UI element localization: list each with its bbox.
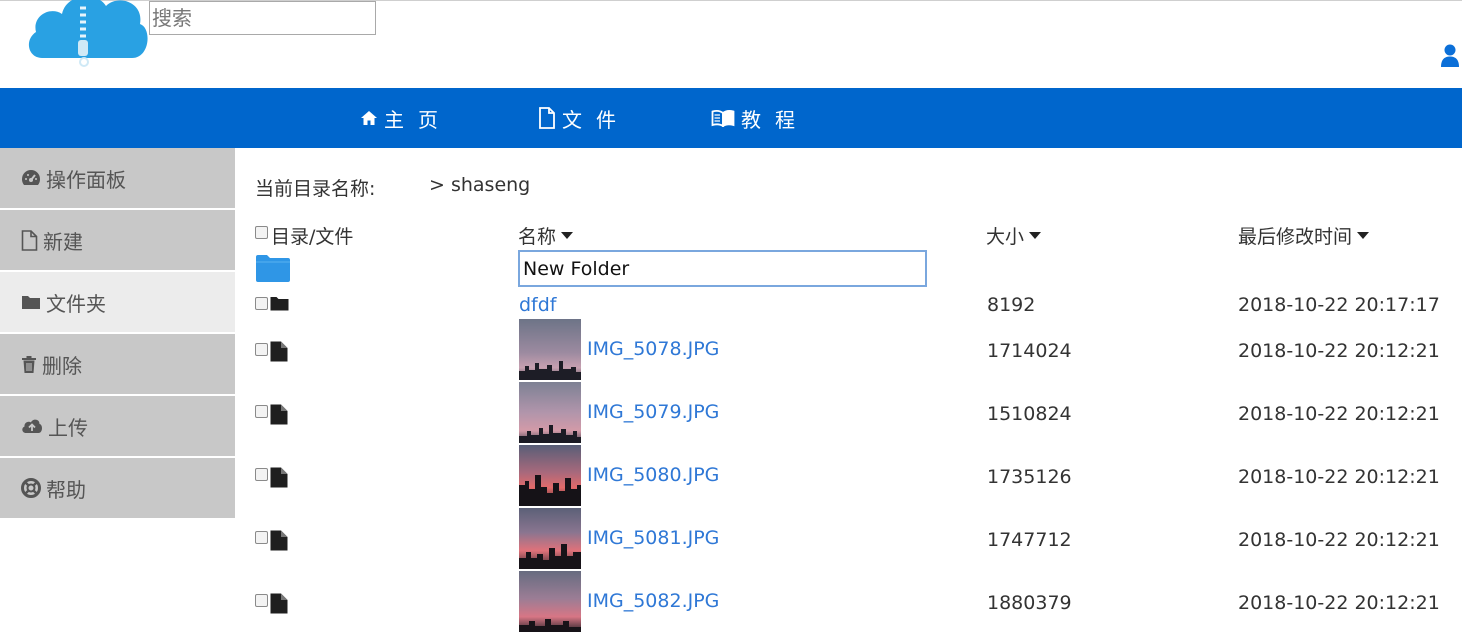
sidebar-item-label: 新建 bbox=[43, 229, 83, 254]
image-thumbnail[interactable] bbox=[519, 571, 581, 632]
header-modified-label: 最后修改时间 bbox=[1238, 226, 1353, 248]
header-select-label: 目录/文件 bbox=[271, 226, 354, 248]
row-modified: 2018-10-22 20:17:17 bbox=[1238, 294, 1440, 316]
image-thumbnail[interactable] bbox=[519, 445, 581, 506]
trash-icon bbox=[22, 355, 36, 373]
new-file-icon bbox=[21, 229, 38, 251]
book-icon bbox=[711, 109, 735, 127]
sidebar-item-folder[interactable]: 文件夹 bbox=[0, 272, 235, 332]
row-modified: 2018-10-22 20:12:21 bbox=[1238, 529, 1440, 551]
sidebar-item-dashboard[interactable]: 操作面板 bbox=[0, 148, 235, 208]
file-icon bbox=[539, 107, 555, 129]
file-name-link[interactable]: IMG_5079.JPG bbox=[587, 401, 719, 423]
file-name-link[interactable]: IMG_5082.JPG bbox=[587, 590, 719, 612]
row-checkbox[interactable] bbox=[255, 297, 268, 310]
search-input[interactable] bbox=[149, 1, 376, 35]
nav-home[interactable]: 主页 bbox=[360, 88, 452, 148]
sort-caret-icon bbox=[561, 232, 574, 239]
sort-caret-icon bbox=[1029, 232, 1042, 239]
file-icon bbox=[270, 593, 288, 614]
image-thumbnail[interactable] bbox=[519, 319, 581, 380]
folder-name-link[interactable]: dfdf bbox=[519, 294, 557, 316]
nav-files[interactable]: 文件 bbox=[538, 88, 630, 148]
row-modified: 2018-10-22 20:12:21 bbox=[1238, 466, 1440, 488]
sidebar-item-label: 文件夹 bbox=[46, 291, 106, 316]
new-folder-icon bbox=[256, 255, 290, 282]
row-size: 1735126 bbox=[987, 466, 1072, 488]
header-size-sort[interactable]: 大小 bbox=[986, 222, 1042, 249]
current-directory-label: 当前目录名称: bbox=[255, 178, 376, 200]
sidebar-item-help[interactable]: 帮助 bbox=[0, 458, 235, 518]
folder-icon bbox=[22, 296, 40, 309]
row-modified: 2018-10-22 20:12:21 bbox=[1238, 340, 1440, 362]
main-nav: 主页 文件 教程 bbox=[0, 88, 1462, 148]
header-modified-sort[interactable]: 最后修改时间 bbox=[1238, 222, 1370, 249]
home-icon bbox=[361, 111, 377, 125]
row-checkbox[interactable] bbox=[255, 531, 268, 544]
file-icon bbox=[270, 341, 288, 362]
image-thumbnail[interactable] bbox=[519, 382, 581, 443]
file-name-link[interactable]: IMG_5078.JPG bbox=[587, 338, 719, 360]
row-size: 8192 bbox=[987, 294, 1036, 316]
new-folder-name-input[interactable] bbox=[518, 250, 927, 287]
row-modified: 2018-10-22 20:12:21 bbox=[1238, 592, 1440, 614]
row-checkbox[interactable] bbox=[255, 468, 268, 481]
header-size-label: 大小 bbox=[986, 226, 1025, 248]
folder-icon bbox=[270, 297, 289, 311]
row-checkbox[interactable] bbox=[255, 343, 268, 356]
cloud-upload-icon bbox=[22, 419, 43, 433]
help-icon bbox=[21, 478, 41, 498]
header-select: 目录/文件 bbox=[271, 222, 353, 249]
row-checkbox[interactable] bbox=[255, 594, 268, 607]
row-size: 1747712 bbox=[987, 529, 1072, 551]
select-all-checkbox[interactable] bbox=[255, 226, 268, 239]
nav-tutorial[interactable]: 教程 bbox=[711, 88, 809, 148]
nav-files-label: 文件 bbox=[562, 107, 630, 132]
dashboard-icon bbox=[21, 170, 41, 185]
row-size: 1510824 bbox=[987, 403, 1072, 425]
file-name-link[interactable]: IMG_5081.JPG bbox=[587, 527, 719, 549]
nav-tutorial-label: 教程 bbox=[741, 107, 809, 132]
user-icon[interactable] bbox=[1440, 44, 1460, 68]
file-icon bbox=[270, 467, 288, 488]
sidebar-item-label: 删除 bbox=[42, 353, 82, 378]
sidebar-item-delete[interactable]: 删除 bbox=[0, 334, 235, 394]
row-size: 1714024 bbox=[987, 340, 1072, 362]
file-name-link[interactable]: IMG_5080.JPG bbox=[587, 464, 719, 486]
nav-home-label: 主页 bbox=[384, 107, 452, 132]
row-checkbox[interactable] bbox=[255, 405, 268, 418]
row-modified: 2018-10-22 20:12:21 bbox=[1238, 403, 1440, 425]
file-icon bbox=[270, 530, 288, 551]
sort-caret-icon bbox=[1357, 232, 1370, 239]
sidebar: 操作面板 新建 文件夹 删除 上传 帮助 bbox=[0, 148, 235, 520]
cloud-zip-logo[interactable] bbox=[26, 0, 150, 72]
sidebar-item-upload[interactable]: 上传 bbox=[0, 396, 235, 456]
breadcrumb[interactable]: > shaseng bbox=[429, 174, 530, 196]
file-icon bbox=[270, 404, 288, 425]
sidebar-item-label: 操作面板 bbox=[46, 167, 126, 192]
header-name-label: 名称 bbox=[518, 226, 557, 248]
image-thumbnail[interactable] bbox=[519, 508, 581, 569]
row-size: 1880379 bbox=[987, 592, 1072, 614]
sidebar-item-label: 上传 bbox=[48, 415, 88, 440]
header-name-sort[interactable]: 名称 bbox=[518, 222, 574, 249]
sidebar-item-label: 帮助 bbox=[46, 477, 86, 502]
sidebar-item-new[interactable]: 新建 bbox=[0, 210, 235, 270]
